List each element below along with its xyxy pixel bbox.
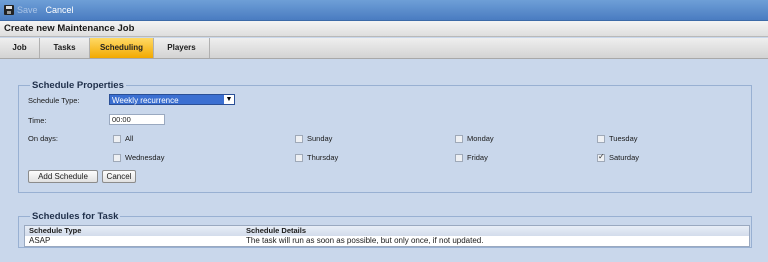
schedule-type-label: Schedule Type: (28, 96, 80, 105)
day-checkbox-wednesday[interactable]: Wednesday (113, 153, 164, 162)
tab-job[interactable]: Job (0, 38, 40, 58)
day-label: Wednesday (125, 153, 165, 162)
schedule-type-select[interactable]: Weekly recurrence ▼ (109, 94, 235, 105)
checkbox[interactable] (113, 153, 121, 162)
day-label: Monday (467, 134, 494, 143)
column-header-schedule-type: Schedule Type (29, 226, 82, 235)
day-label: All (125, 134, 134, 143)
toolbar: Save Cancel (0, 0, 768, 21)
day-checkbox-friday[interactable]: Friday (455, 153, 488, 162)
day-checkbox-thursday[interactable]: Thursday (295, 153, 338, 162)
tab-tasks[interactable]: Tasks (40, 38, 90, 58)
day-checkbox-sunday[interactable]: Sunday (295, 134, 332, 143)
floppy-disk-icon (4, 5, 14, 15)
day-label: Friday (467, 153, 488, 162)
day-checkbox-all[interactable]: All (113, 134, 133, 143)
day-label: Tuesday (609, 134, 638, 143)
cancel-label: Cancel (45, 5, 74, 15)
checkbox[interactable] (295, 134, 303, 143)
table-header: Schedule Type Schedule Details (25, 226, 749, 236)
schedule-type-value: Weekly recurrence (112, 96, 179, 105)
tab-bar: Job Tasks Scheduling Players (0, 38, 768, 59)
day-checkbox-saturday[interactable]: Saturday (597, 152, 640, 162)
day-checkbox-monday[interactable]: Monday (455, 134, 494, 143)
day-label: Saturday (609, 153, 640, 162)
checkbox[interactable] (455, 153, 463, 162)
checkbox[interactable] (113, 134, 121, 143)
checkbox[interactable] (597, 134, 605, 143)
day-checkbox-tuesday[interactable]: Tuesday (597, 134, 638, 143)
column-header-schedule-details: Schedule Details (246, 226, 307, 235)
schedules-table: Schedule Type Schedule Details ASAP The … (24, 225, 750, 247)
chevron-down-icon: ▼ (224, 95, 234, 104)
checkbox-checked[interactable] (597, 152, 605, 162)
cancel-toolbar-button[interactable]: Cancel (46, 5, 74, 15)
tab-players[interactable]: Players (154, 38, 210, 58)
time-label: Time: (28, 116, 47, 125)
save-label: Save (17, 5, 38, 15)
on-days-label: On days: (28, 134, 59, 143)
day-label: Sunday (307, 134, 333, 143)
checkbox[interactable] (295, 153, 303, 162)
cell-schedule-type: ASAP (29, 236, 51, 245)
save-button[interactable]: Save (4, 5, 38, 15)
tab-scheduling[interactable]: Scheduling (90, 38, 154, 58)
checkbox[interactable] (455, 134, 463, 143)
day-label: Thursday (307, 153, 339, 162)
cancel-schedule-button[interactable]: Cancel (102, 170, 136, 183)
schedule-properties-legend: Schedule Properties (30, 80, 126, 91)
add-schedule-button[interactable]: Add Schedule (28, 170, 98, 183)
table-row[interactable]: ASAP The task will run as soon as possib… (25, 236, 749, 246)
page-title: Create new Maintenance Job (0, 21, 768, 37)
time-input[interactable]: 00:00 (109, 114, 165, 125)
cell-schedule-details: The task will run as soon as possible, b… (246, 236, 484, 245)
schedules-for-task-legend: Schedules for Task (30, 211, 121, 222)
